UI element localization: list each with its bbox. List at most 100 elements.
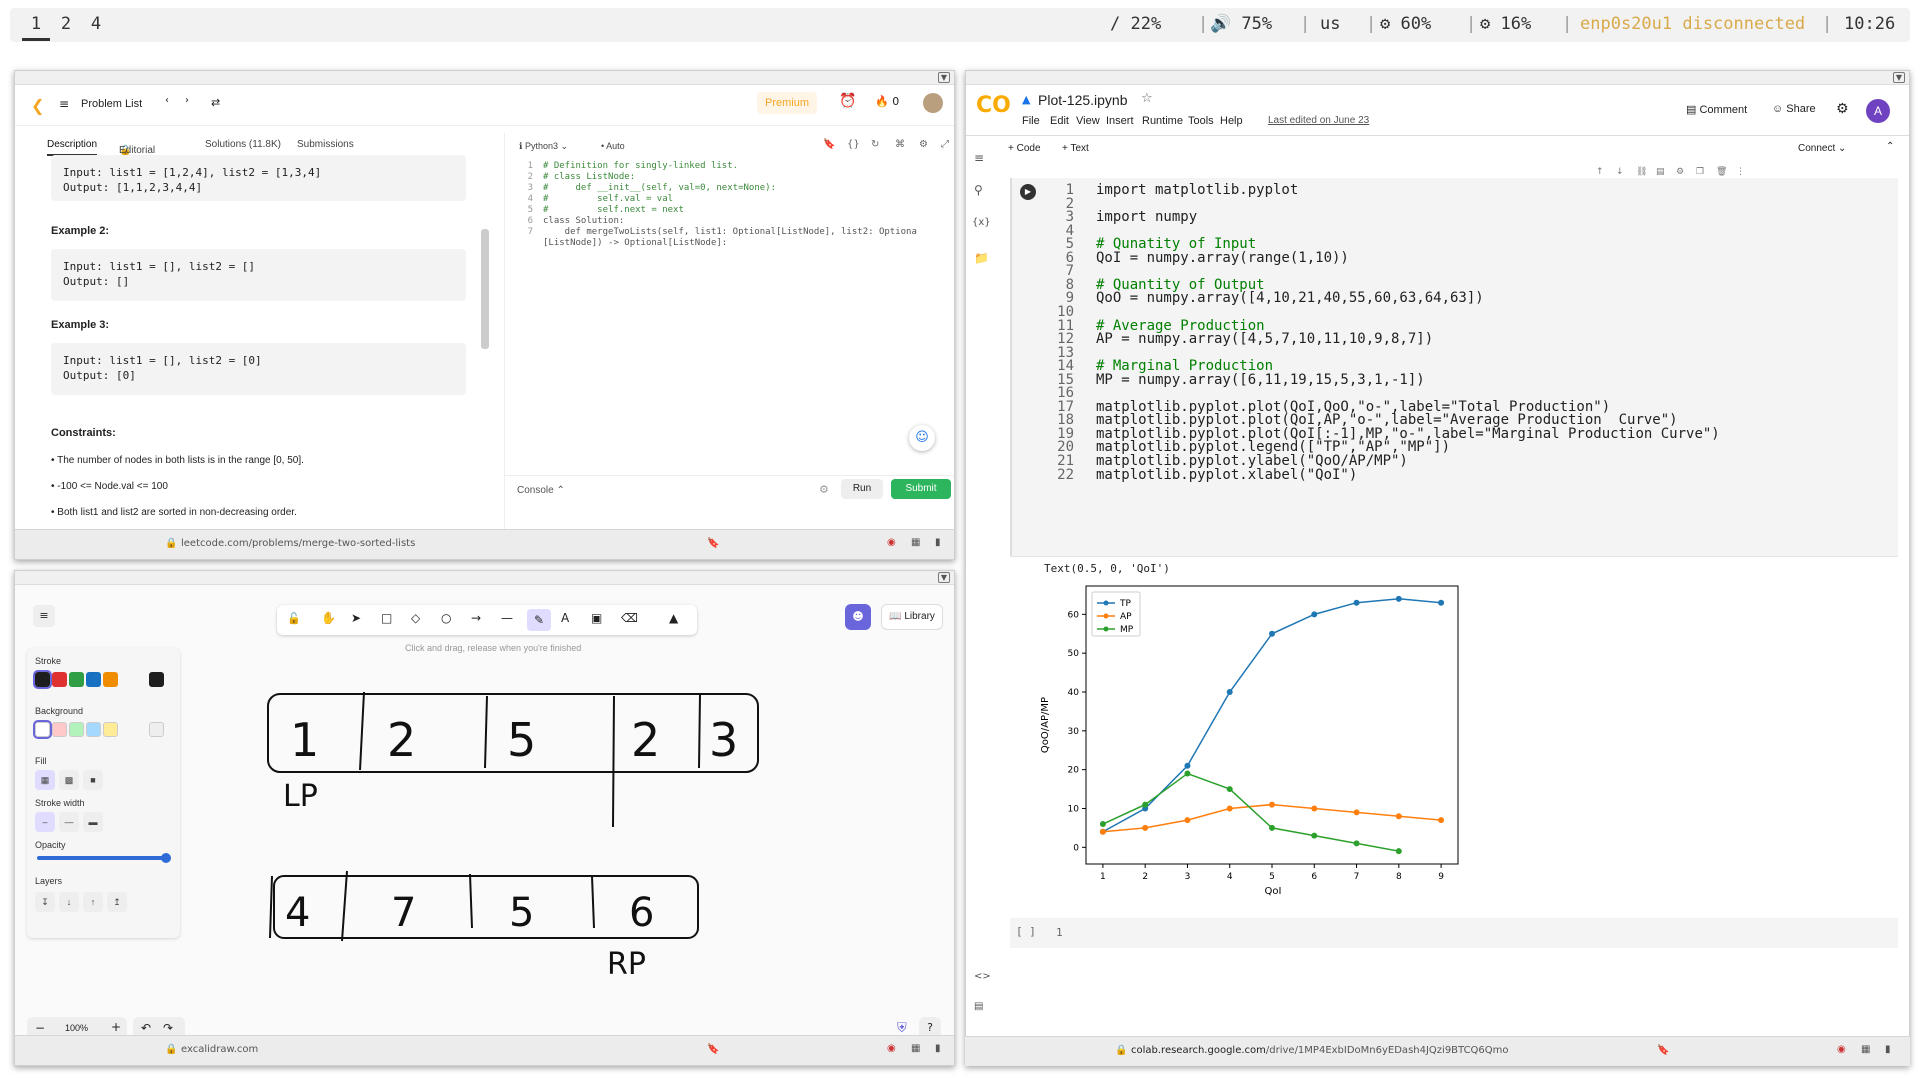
tab-description[interactable]: Description bbox=[47, 139, 98, 156]
record-icon[interactable]: ◉ bbox=[1837, 1044, 1846, 1055]
workspace-1[interactable]: 1 bbox=[22, 14, 50, 41]
url-text[interactable]: leetcode.com/problems/merge-two-sorted-l… bbox=[181, 538, 415, 549]
battery-icon[interactable]: ▮ bbox=[1885, 1044, 1891, 1055]
undo-icon[interactable]: ↶ bbox=[141, 1021, 151, 1035]
notebook-code-line[interactable]: 15 MP = numpy.array([6,11,19,15,5,3,1,-1]… bbox=[1054, 372, 1425, 388]
prev-problem-button[interactable]: ‹ bbox=[159, 95, 175, 111]
feedback-icon[interactable]: ☺ bbox=[909, 425, 935, 451]
share-button[interactable]: ☺ Share bbox=[1772, 103, 1816, 115]
extension-icon[interactable]: ▦ bbox=[911, 1043, 920, 1054]
collapse-icon[interactable]: ⌃ bbox=[1886, 141, 1894, 152]
toc-icon[interactable]: ≡ bbox=[974, 151, 984, 165]
folder-icon[interactable]: 📁 bbox=[974, 251, 989, 265]
terminal-icon[interactable]: ▤ bbox=[974, 1001, 983, 1012]
record-icon[interactable]: ◉ bbox=[887, 1043, 896, 1054]
code-line[interactable]: 2 # class ListNode: bbox=[505, 172, 636, 182]
battery-icon[interactable]: ▮ bbox=[935, 537, 941, 548]
debug-icon[interactable]: ⚙ bbox=[819, 483, 829, 496]
notebook-code-line[interactable]: 6 QoI = numpy.array(range(1,10)) bbox=[1054, 250, 1349, 266]
notebook-title[interactable]: Plot-125.ipynb bbox=[1038, 92, 1128, 108]
menu-view[interactable]: View bbox=[1076, 115, 1100, 127]
bookmark-icon[interactable]: 🔖 bbox=[707, 1044, 719, 1055]
close-icon[interactable]: ▼ bbox=[938, 72, 950, 83]
list-icon[interactable]: ≡ bbox=[59, 97, 69, 111]
alarm-icon[interactable]: ⏰ bbox=[839, 93, 856, 109]
code-line[interactable]: 1 # Definition for singly-linked list. bbox=[505, 161, 739, 171]
premium-button[interactable]: Premium bbox=[757, 92, 817, 114]
shield-icon[interactable]: ⛨ bbox=[897, 1021, 907, 1036]
notebook-code-line[interactable]: 22 matplotlib.pyplot.xlabel("QoI") bbox=[1054, 467, 1357, 483]
zoom-out-button[interactable]: − bbox=[35, 1021, 45, 1035]
add-text-button[interactable]: + Text bbox=[1062, 143, 1089, 154]
bookmark-icon[interactable]: 🔖 bbox=[707, 538, 719, 549]
cell-settings-icon[interactable]: ⚙ bbox=[1676, 167, 1684, 177]
menu-runtime[interactable]: Runtime bbox=[1142, 115, 1183, 127]
variables-icon[interactable]: {x} bbox=[972, 217, 991, 228]
run-button[interactable]: Run bbox=[841, 479, 883, 499]
code-snippets-icon[interactable]: <> bbox=[974, 971, 991, 982]
empty-code-cell[interactable]: [ ] 1 bbox=[1010, 918, 1898, 948]
shuffle-icon[interactable]: ⇄ bbox=[211, 96, 220, 109]
connect-button[interactable]: Connect ⌄ bbox=[1798, 143, 1846, 154]
code-cell[interactable]: ▶ 1 import matplotlib.pyplot 2 3 import nump… bbox=[1010, 178, 1898, 556]
language-select[interactable]: ℹ Python3 ⌄ bbox=[519, 141, 568, 152]
shortcut-icon[interactable]: ⌘ bbox=[895, 139, 905, 150]
notebook-code-line[interactable]: 12 AP = numpy.array([4,5,7,10,11,10,9,8,7… bbox=[1054, 331, 1433, 347]
code-line[interactable]: 6 class Solution: bbox=[505, 216, 625, 226]
streak-counter[interactable]: 🔥 0 bbox=[875, 95, 899, 108]
star-icon[interactable]: ☆ bbox=[1141, 91, 1153, 106]
tab-solutions[interactable]: Solutions (11.8K) bbox=[205, 139, 281, 150]
redo-icon[interactable]: ↷ bbox=[163, 1021, 173, 1035]
comment-cell-icon[interactable]: ▤ bbox=[1656, 167, 1665, 177]
delete-icon[interactable]: 🗑 bbox=[1716, 167, 1727, 177]
settings-icon[interactable]: ⚙ bbox=[919, 139, 928, 150]
last-edited-link[interactable]: Last edited on June 23 bbox=[1268, 115, 1369, 126]
code-line[interactable]: 7 def mergeTwoLists(self, list1: Optiona… bbox=[505, 227, 917, 237]
close-icon[interactable]: ▼ bbox=[1893, 72, 1905, 83]
code-line[interactable]: [ListNode]) -> Optional[ListNode]: bbox=[505, 238, 727, 248]
url-text[interactable]: colab.research.google.com/drive/1MP4ExbI… bbox=[1131, 1045, 1509, 1056]
submit-button[interactable]: Submit bbox=[891, 479, 951, 499]
auto-toggle[interactable]: • Auto bbox=[601, 141, 625, 151]
scrollbar[interactable] bbox=[481, 229, 489, 349]
problem-list-link[interactable]: Problem List bbox=[81, 98, 142, 110]
record-icon[interactable]: ◉ bbox=[887, 537, 896, 548]
menu-file[interactable]: File bbox=[1022, 115, 1040, 127]
avatar[interactable]: A bbox=[1866, 99, 1890, 123]
next-problem-button[interactable]: › bbox=[179, 95, 195, 111]
code-line[interactable]: 3 # def __init__(self, val=0, next=None): bbox=[505, 183, 776, 193]
code-line[interactable]: 5 # self.next = next bbox=[505, 205, 684, 215]
menu-tools[interactable]: Tools bbox=[1188, 115, 1214, 127]
zoom-in-button[interactable]: + bbox=[111, 1020, 121, 1034]
search-icon[interactable]: ⚲ bbox=[974, 183, 983, 197]
mirror-icon[interactable]: ❐ bbox=[1696, 167, 1704, 177]
tab-submissions[interactable]: Submissions bbox=[297, 139, 354, 150]
fullscreen-icon[interactable]: ⤢ bbox=[941, 139, 949, 150]
run-cell-button[interactable]: ▶ bbox=[1020, 184, 1036, 200]
drawing-canvas[interactable]: 12523 4756 LP RP bbox=[15, 586, 955, 1056]
console-toggle[interactable]: Console ⌃ bbox=[517, 485, 565, 496]
zoom-level[interactable]: 100% bbox=[65, 1023, 88, 1033]
link-icon[interactable]: ⛓ bbox=[1636, 167, 1647, 177]
bookmark-icon[interactable]: 🔖 bbox=[823, 139, 835, 150]
workspace-4[interactable]: 4 bbox=[82, 14, 110, 34]
avatar[interactable] bbox=[923, 93, 943, 113]
extension-icon[interactable]: ▦ bbox=[911, 537, 920, 548]
braces-icon[interactable]: {} bbox=[847, 139, 860, 150]
extension-icon[interactable]: ▦ bbox=[1861, 1044, 1870, 1055]
comment-button[interactable]: ▤ Comment bbox=[1686, 103, 1747, 116]
menu-help[interactable]: Help bbox=[1220, 115, 1243, 127]
reset-icon[interactable]: ↻ bbox=[871, 139, 879, 150]
more-icon[interactable]: ⋮ bbox=[1736, 167, 1745, 177]
menu-edit[interactable]: Edit bbox=[1050, 115, 1069, 127]
workspace-2[interactable]: 2 bbox=[52, 14, 80, 34]
settings-icon[interactable]: ⚙ bbox=[1836, 101, 1849, 117]
notebook-code-line[interactable]: 9 QoO = numpy.array([4,10,21,40,55,60,63,… bbox=[1054, 290, 1484, 306]
bookmark-icon[interactable]: 🔖 bbox=[1657, 1045, 1669, 1056]
battery-icon[interactable]: ▮ bbox=[935, 1043, 941, 1054]
url-text[interactable]: excalidraw.com bbox=[181, 1044, 258, 1055]
code-line[interactable]: 4 # self.val = val bbox=[505, 194, 673, 204]
add-code-button[interactable]: + Code bbox=[1008, 143, 1041, 154]
menu-insert[interactable]: Insert bbox=[1106, 115, 1134, 127]
move-down-icon[interactable]: ↓ bbox=[1616, 167, 1624, 177]
